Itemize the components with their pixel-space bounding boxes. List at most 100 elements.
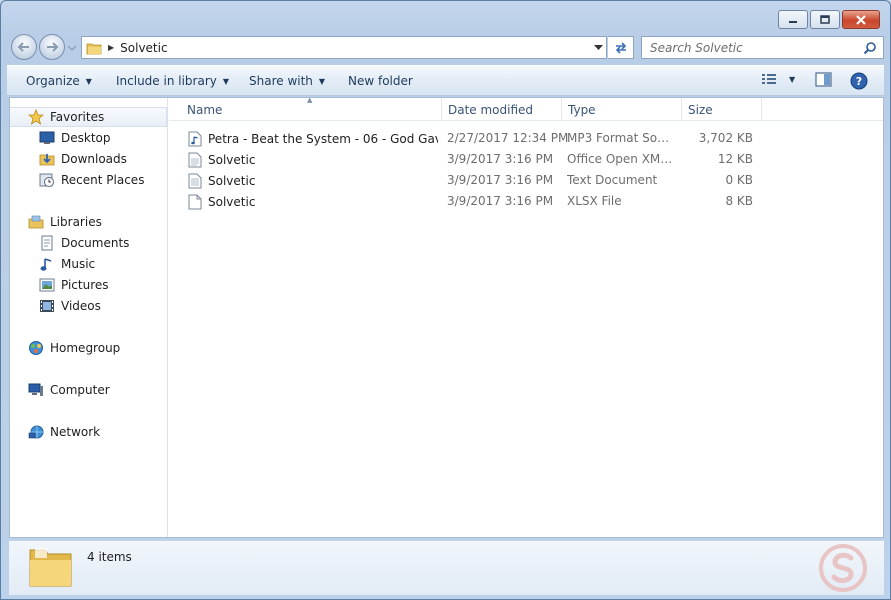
preview-pane-button[interactable]: [815, 72, 833, 88]
nav-pictures[interactable]: Pictures: [10, 275, 167, 295]
share-with-label: Share with: [249, 74, 313, 88]
desktop-icon: [39, 130, 55, 146]
nav-videos-label: Videos: [61, 299, 101, 313]
nav-videos[interactable]: Videos: [10, 296, 167, 316]
nav-recent-places[interactable]: Recent Places: [10, 170, 167, 190]
file-name: Solvetic: [208, 174, 256, 188]
details-pane: 4 items: [9, 540, 884, 595]
column-header-row: Name ▲ Date modified Type Size: [169, 96, 883, 121]
file-type: XLSX File: [567, 194, 622, 208]
file-name-cell: Petra - Beat the System - 06 - God Gave …: [188, 131, 438, 147]
nav-computer-label: Computer: [50, 383, 110, 397]
nav-pictures-label: Pictures: [61, 278, 109, 292]
column-size-label: Size: [688, 102, 713, 117]
nav-documents[interactable]: Documents: [10, 233, 167, 253]
solvetic-logo-icon: [818, 543, 868, 596]
file-row[interactable]: Solvetic 3/9/2017 3:16 PM Office Open XM…: [169, 149, 769, 170]
documents-icon: [39, 235, 55, 251]
forward-button[interactable]: [39, 34, 65, 60]
chevron-down-icon: ▼: [222, 76, 230, 86]
file-type: Text Document: [567, 173, 658, 187]
back-button[interactable]: [11, 34, 37, 60]
column-name-label: Name: [187, 102, 223, 117]
address-history-dropdown[interactable]: [590, 37, 606, 58]
column-header-size[interactable]: Size: [682, 98, 762, 121]
nav-computer[interactable]: Computer: [10, 380, 167, 400]
nav-downloads-label: Downloads: [61, 152, 127, 166]
search-icon[interactable]: [863, 41, 877, 58]
file-name: Solvetic: [208, 153, 256, 167]
address-row: ▶ Solvetic: [9, 33, 884, 61]
search-input[interactable]: [650, 40, 855, 55]
chevron-down-icon: ▼: [318, 76, 326, 86]
nav-network[interactable]: Network: [10, 422, 167, 442]
folder-icon: [27, 544, 75, 593]
navigation-pane: Favorites Desktop Downloads Recent Place…: [10, 98, 168, 537]
nav-desktop[interactable]: Desktop: [10, 128, 167, 148]
caption-buttons: [776, 10, 880, 29]
nav-desktop-label: Desktop: [61, 131, 111, 145]
recent-places-icon: [39, 172, 55, 188]
nav-favorites[interactable]: Favorites: [10, 107, 167, 127]
close-button[interactable]: [842, 10, 880, 29]
file-name: Petra - Beat the System - 06 - God Gave …: [208, 132, 438, 146]
file-size: 12 KB: [717, 152, 753, 166]
new-folder-label: New folder: [348, 74, 413, 88]
file-row[interactable]: Solvetic 3/9/2017 3:16 PM XLSX File 8 KB: [169, 191, 769, 212]
homegroup-icon: [28, 340, 44, 356]
file-date: 3/9/2017 3:16 PM: [447, 194, 554, 208]
videos-icon: [39, 298, 55, 314]
change-view-button[interactable]: ▼: [761, 72, 795, 86]
column-type-label: Type: [568, 102, 596, 117]
explorer-window: ▶ Solvetic Organize ▼ Include in library ▼…: [0, 0, 891, 600]
folder-icon: [86, 41, 102, 55]
file-type: MP3 Format Sound: [567, 131, 675, 145]
refresh-icon: [615, 41, 626, 54]
file-size: 3,702 KB: [698, 131, 753, 145]
nav-music[interactable]: Music: [10, 254, 167, 274]
help-icon: ?: [850, 72, 868, 90]
include-in-library-button[interactable]: Include in library ▼: [116, 74, 229, 88]
chevron-down-icon: ▼: [789, 74, 796, 84]
file-name: Solvetic: [208, 195, 256, 209]
file-name-cell: Solvetic: [188, 152, 438, 168]
search-box[interactable]: [641, 36, 884, 59]
nav-downloads[interactable]: Downloads: [10, 149, 167, 169]
command-bar: Organize ▼ Include in library ▼ Share with…: [7, 65, 884, 96]
file-name-cell: Solvetic: [188, 173, 438, 189]
file-row[interactable]: Petra - Beat the System - 06 - God Gave …: [169, 128, 769, 149]
network-icon: [28, 424, 44, 440]
refresh-button[interactable]: [608, 36, 634, 59]
file-row[interactable]: Solvetic 3/9/2017 3:16 PM Text Document …: [169, 170, 769, 191]
view-list-icon: [762, 74, 776, 84]
chevron-down-icon: ▼: [85, 76, 92, 86]
column-header-type[interactable]: Type: [562, 98, 682, 121]
nav-homegroup[interactable]: Homegroup: [10, 338, 167, 358]
blank-file-icon: [188, 194, 202, 210]
share-with-button[interactable]: Share with ▼: [249, 74, 325, 88]
file-type: Office Open XML ...: [567, 152, 675, 166]
forward-arrow-icon: [47, 42, 59, 52]
organize-button[interactable]: Organize ▼: [26, 74, 92, 88]
back-arrow-icon: [17, 42, 29, 52]
minimize-button[interactable]: [778, 10, 808, 29]
nav-libraries[interactable]: Libraries: [10, 212, 167, 232]
address-bar[interactable]: ▶ Solvetic: [81, 36, 607, 59]
new-folder-button[interactable]: New folder: [348, 74, 413, 88]
column-date-label: Date modified: [448, 102, 534, 117]
recent-pages-dropdown[interactable]: [67, 41, 77, 55]
libraries-icon: [28, 214, 44, 230]
music-file-icon: [188, 131, 202, 147]
file-size: 8 KB: [725, 194, 753, 208]
help-button[interactable]: ?: [850, 72, 868, 90]
nav-homegroup-label: Homegroup: [50, 341, 121, 355]
breadcrumb-separator-icon[interactable]: ▶: [108, 43, 114, 52]
organize-label: Organize: [26, 74, 80, 88]
maximize-button[interactable]: [810, 10, 840, 29]
chevron-down-icon: [67, 45, 77, 51]
breadcrumb-solvetic[interactable]: Solvetic: [120, 41, 167, 55]
minimize-icon: [789, 20, 797, 23]
close-icon: [856, 14, 866, 25]
svg-text:?: ?: [856, 75, 862, 88]
column-header-date-modified[interactable]: Date modified: [442, 98, 562, 121]
